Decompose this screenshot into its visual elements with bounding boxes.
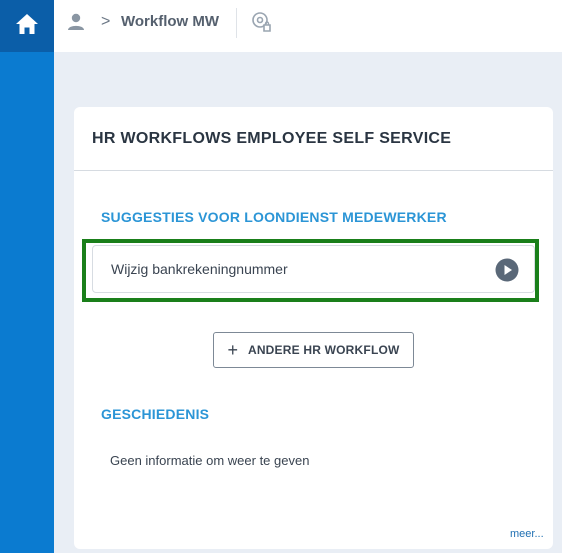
home-button[interactable] <box>0 0 54 52</box>
suggestion-label: Wijzig bankrekeningnummer <box>111 261 288 277</box>
more-link[interactable]: meer... <box>510 528 544 540</box>
header-divider <box>236 8 237 38</box>
other-hr-workflow-button[interactable]: + ANDERE HR WORKFLOW <box>213 332 414 368</box>
plus-icon: + <box>227 340 238 360</box>
card-divider <box>74 170 553 171</box>
history-heading: GESCHIEDENIS <box>101 406 210 422</box>
top-bar: > Workflow MW <box>0 0 562 52</box>
suggestions-heading: SUGGESTIES VOOR LOONDIENST MEDEWERKER <box>101 209 447 225</box>
suggestion-item-wijzig-bankrekeningnummer[interactable]: Wijzig bankrekeningnummer <box>92 245 535 293</box>
user-icon[interactable] <box>66 12 86 32</box>
home-icon <box>15 13 39 40</box>
breadcrumb-chevron: > <box>101 13 111 30</box>
play-icon[interactable] <box>495 258 519 282</box>
page-title: Workflow MW <box>121 13 220 30</box>
settings-icon[interactable] <box>250 10 274 34</box>
other-hr-workflow-label: ANDERE HR WORKFLOW <box>247 343 400 357</box>
history-empty-message: Geen informatie om weer te geven <box>110 453 310 468</box>
card-title: HR WORKFLOWS EMPLOYEE SELF SERVICE <box>92 130 452 147</box>
left-sidebar <box>0 52 54 553</box>
hr-workflows-card: HR WORKFLOWS EMPLOYEE SELF SERVICE SUGGE… <box>74 107 553 549</box>
